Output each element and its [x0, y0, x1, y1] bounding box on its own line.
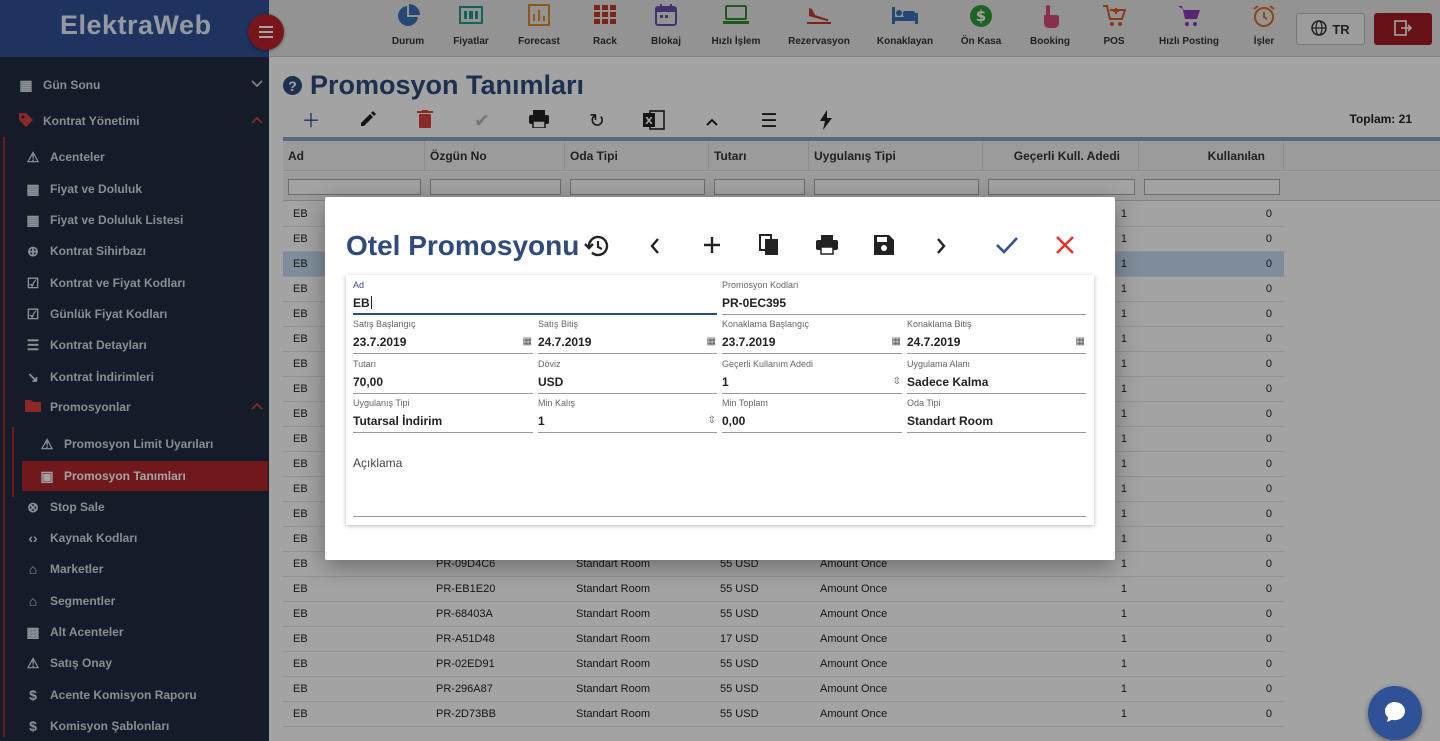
- field-value: 1: [722, 375, 729, 389]
- confirm-icon[interactable]: [993, 234, 1021, 262]
- field-label: Satış Bitiş: [538, 319, 579, 329]
- promotion-form: Ad EB Promosyon Kodları PR-0EC395 Satış …: [346, 275, 1094, 525]
- field-label: Uygulanış Tipi: [353, 398, 410, 408]
- promosyon-kodlari-field[interactable]: Promosyon Kodları PR-0EC395: [722, 277, 1086, 315]
- min-kalis-field[interactable]: Min Kalış 1 ⇳: [538, 395, 717, 433]
- ad-field[interactable]: Ad EB: [353, 277, 717, 315]
- field-value: 70,00: [353, 375, 384, 389]
- field-label: Ad: [353, 280, 365, 290]
- konaklama-baslangic-field[interactable]: Konaklama Başlangıç 23.7.2019 ▦: [722, 316, 902, 354]
- chat-button[interactable]: [1368, 686, 1422, 740]
- field-label: Tutarı: [353, 359, 377, 369]
- spinner-icon[interactable]: ⇳: [893, 376, 901, 387]
- dialog-title: Otel Promosyonu: [346, 230, 580, 261]
- ad-value: EB: [353, 296, 370, 310]
- field-label: Min Kalış: [538, 398, 576, 408]
- field-value: 24.7.2019: [907, 335, 961, 349]
- calendar-icon[interactable]: ▦: [707, 336, 716, 347]
- field-value: 23.7.2019: [353, 335, 407, 349]
- field-label: Min Toplam: [722, 398, 768, 408]
- oda-tipi-field[interactable]: Oda Tipi Standart Room: [907, 395, 1086, 433]
- calendar-icon[interactable]: ▦: [892, 336, 901, 347]
- gecerli-kullanim-adedi-field[interactable]: Geçerli Kullanım Adedi 1 ⇳: [722, 356, 902, 394]
- previous-icon[interactable]: [641, 234, 669, 262]
- field-value: 24.7.2019: [538, 335, 592, 349]
- field-value: 0,00: [722, 414, 746, 428]
- close-icon[interactable]: [1051, 234, 1079, 262]
- field-label: Satış Başlangıç: [353, 319, 416, 329]
- field-value: 1: [538, 414, 545, 428]
- konaklama-bitis-field[interactable]: Konaklama Bitiş 24.7.2019 ▦: [907, 316, 1086, 354]
- satis-baslangic-field[interactable]: Satış Başlangıç 23.7.2019 ▦: [353, 316, 533, 354]
- min-toplam-field[interactable]: Min Toplam 0,00: [722, 395, 902, 433]
- field-value: USD: [538, 375, 564, 389]
- field-value: 23.7.2019: [722, 335, 776, 349]
- field-label: Açıklama: [353, 456, 403, 470]
- add-icon[interactable]: [698, 234, 726, 262]
- tutari-field[interactable]: Tutarı 70,00: [353, 356, 533, 394]
- field-value: Standart Room: [907, 414, 994, 428]
- field-label: Oda Tipi: [907, 398, 941, 408]
- field-value: EB: [353, 296, 372, 310]
- satis-bitis-field[interactable]: Satış Bitiş 24.7.2019 ▦: [538, 316, 717, 354]
- uygulama-alani-field[interactable]: Uygulama Alanı Sadece Kalma: [907, 356, 1086, 394]
- text-caret: [370, 296, 372, 309]
- save-icon[interactable]: [870, 234, 898, 262]
- field-label: Döviz: [538, 359, 561, 369]
- uygulanis-tipi-field[interactable]: Uygulanış Tipi Tutarsal İndirim: [353, 395, 533, 433]
- print-icon[interactable]: [813, 234, 841, 262]
- chat-bubble-icon: [1383, 700, 1407, 727]
- copy-icon[interactable]: [755, 234, 783, 262]
- spinner-icon[interactable]: ⇳: [708, 415, 716, 426]
- field-value: PR-0EC395: [722, 296, 787, 310]
- field-label: Geçerli Kullanım Adedi: [722, 359, 814, 369]
- next-icon[interactable]: [927, 234, 955, 262]
- history-icon[interactable]: [583, 234, 611, 262]
- promotion-dialog: Otel Promosyonu Ad EB Promosyon Kodları …: [325, 197, 1115, 560]
- field-label: Konaklama Bitiş: [907, 319, 972, 329]
- field-label: Uygulama Alanı: [907, 359, 971, 369]
- doviz-field[interactable]: Döviz USD: [538, 356, 717, 394]
- calendar-icon[interactable]: ▦: [1076, 336, 1085, 347]
- calendar-icon[interactable]: ▦: [523, 336, 532, 347]
- field-value: Tutarsal İndirim: [353, 414, 443, 428]
- field-label: Promosyon Kodları: [722, 280, 799, 290]
- field-value: Sadece Kalma: [907, 375, 989, 389]
- aciklama-textarea[interactable]: Açıklama: [353, 451, 1086, 517]
- field-label: Konaklama Başlangıç: [722, 319, 810, 329]
